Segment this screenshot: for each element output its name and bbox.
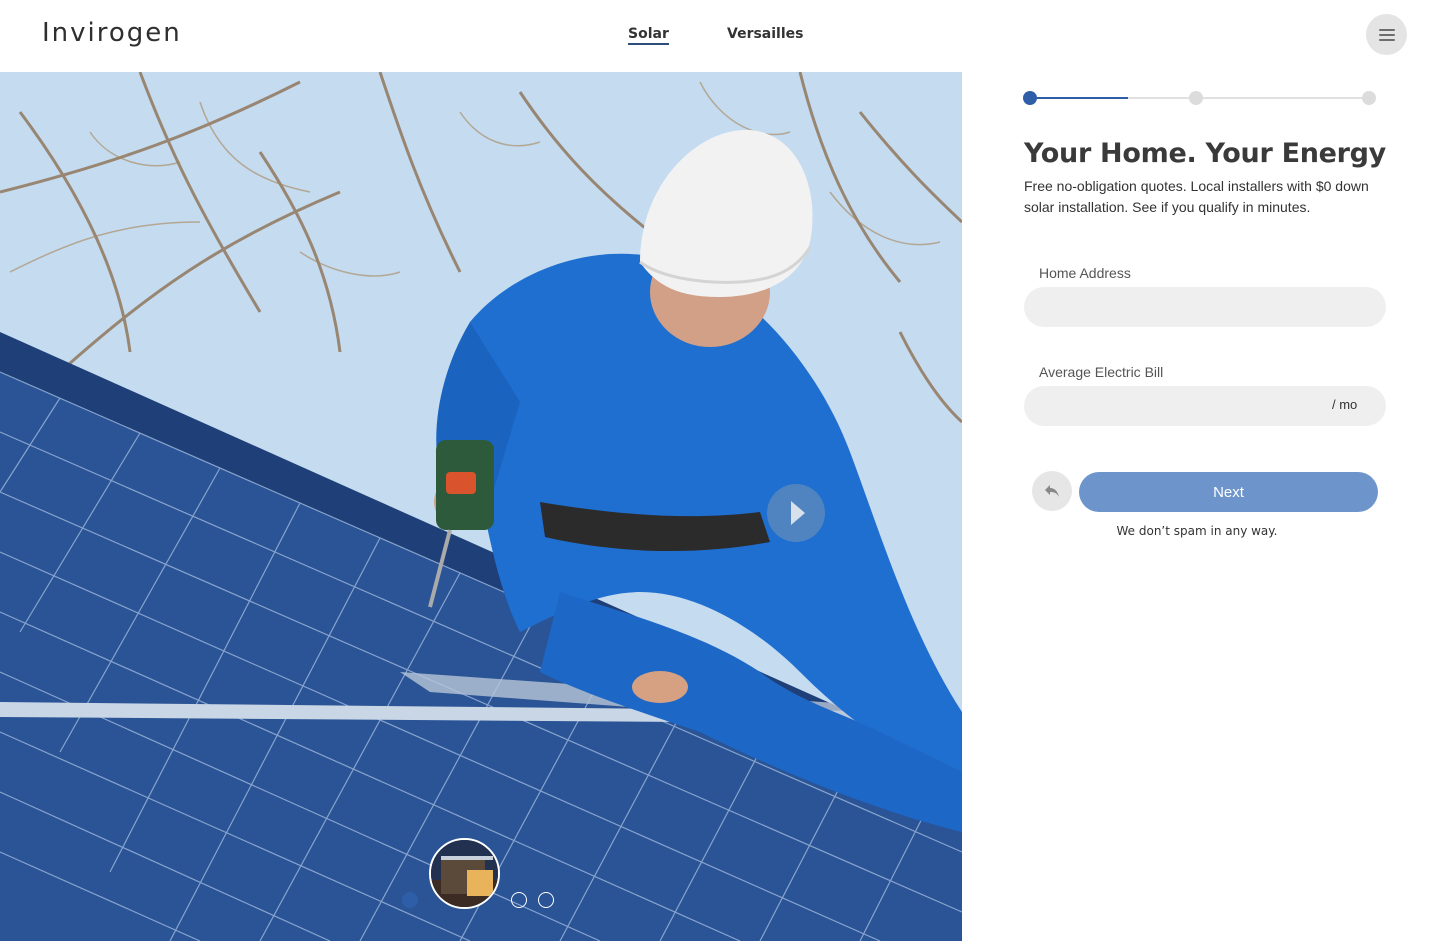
progress-step-2 [1189,91,1203,105]
hamburger-icon [1378,28,1395,41]
carousel-dot-4[interactable] [538,892,554,908]
carousel-dot-1[interactable] [402,892,418,908]
site-header: Invirogen Solar Versailles [0,0,1440,72]
carousel-dot-3[interactable] [511,892,527,908]
home-address-input[interactable] [1024,287,1386,327]
progress-step-1 [1023,91,1037,105]
home-address-label: Home Address [1039,265,1131,281]
progress-stepper [1023,91,1376,107]
back-button[interactable] [1032,471,1072,511]
form-subtitle: Free no-obligation quotes. Local install… [1024,178,1369,215]
play-icon[interactable] [767,484,825,542]
electric-bill-label: Average Electric Bill [1039,364,1164,380]
reply-arrow-icon [1045,485,1059,497]
form-title: Your Home. Your Energy [1024,138,1386,169]
carousel-dots [0,892,962,912]
hero-image [0,72,962,941]
brand-logo[interactable]: Invirogen [42,18,182,48]
nav-link-solar[interactable]: Solar [628,26,669,45]
progress-fill [1024,97,1128,99]
progress-step-3 [1362,91,1376,105]
nav-link-versailles[interactable]: Versailles [727,26,803,42]
menu-button[interactable] [1366,14,1407,55]
next-button[interactable]: Next [1079,472,1378,512]
bill-suffix: / mo [1332,397,1358,412]
no-spam-disclaimer: We don’t spam in any way. [1116,524,1278,538]
quote-form-panel: Your Home. Your Energy Free no-obligatio… [962,72,1440,941]
